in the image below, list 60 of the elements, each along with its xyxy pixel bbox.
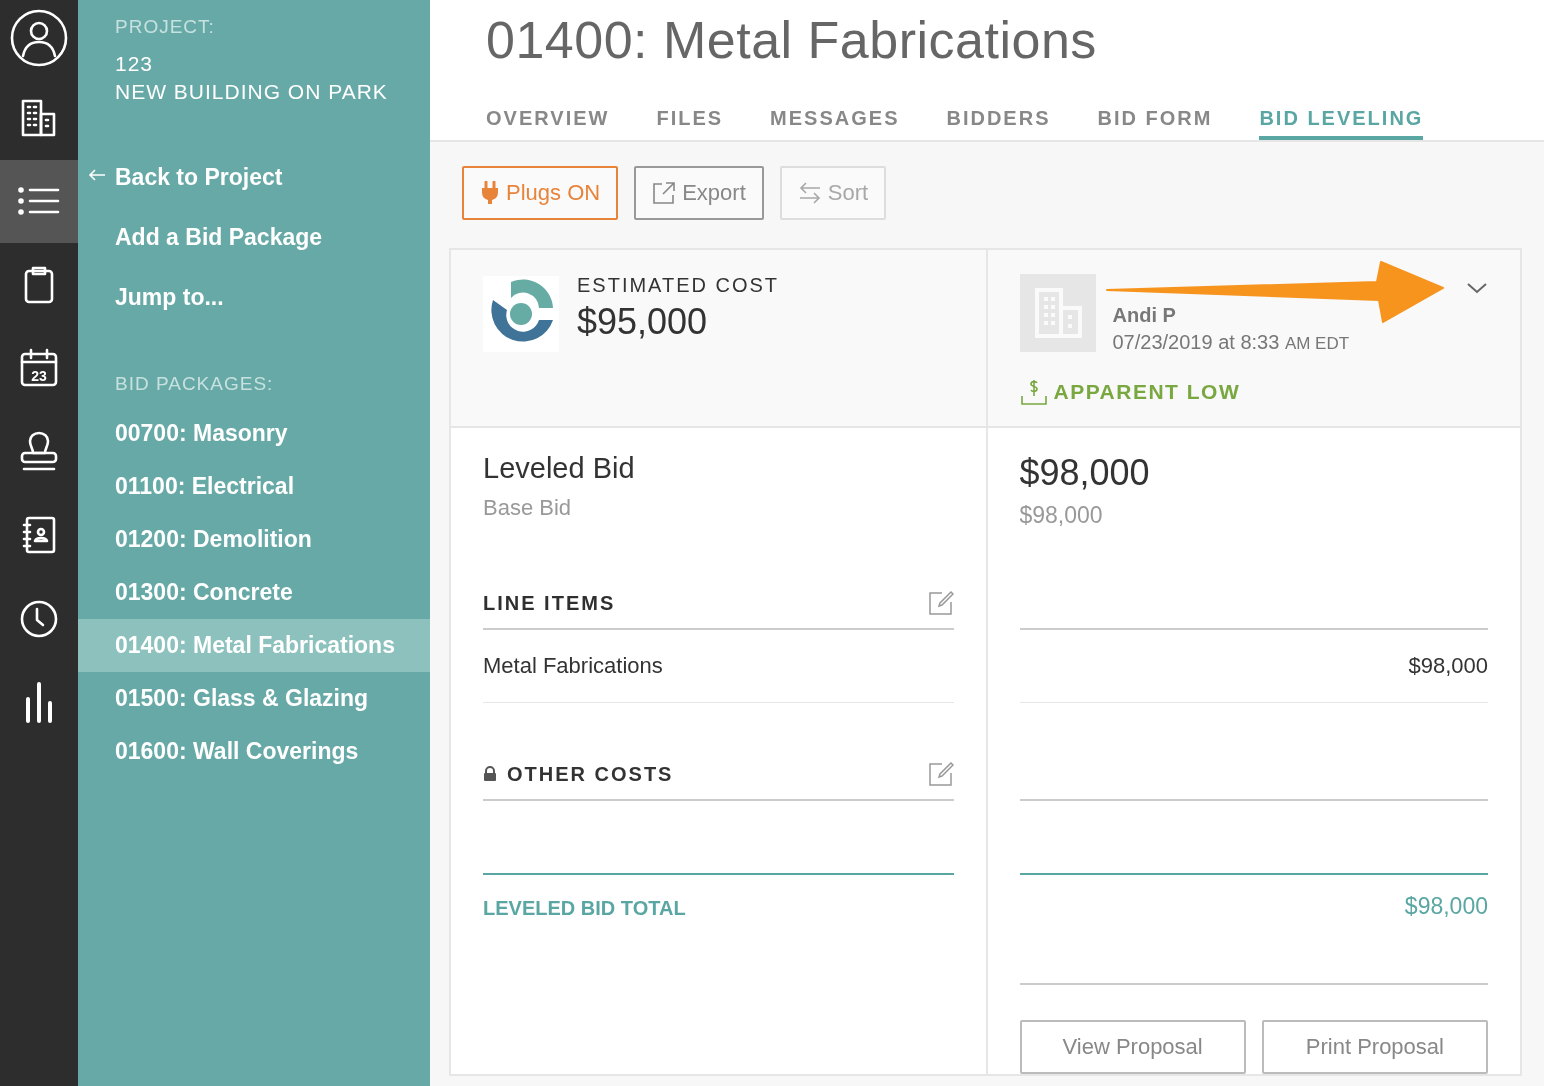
dollar-tray-icon [1019, 378, 1048, 406]
tab[interactable]: BIDDERS [946, 107, 1051, 140]
company-logo-icon [483, 276, 559, 352]
plugs-button[interactable]: Plugs ON [462, 166, 619, 220]
tab[interactable]: FILES [656, 107, 724, 140]
project-label: PROJECT: [114, 16, 215, 38]
estimated-cost: $95,000 [577, 301, 709, 343]
back-arrow-icon [88, 169, 106, 181]
bid-package-item[interactable]: 00700: Masonry [78, 407, 430, 460]
line-item-name: Metal Fabrications [483, 630, 954, 703]
bid-package-item[interactable]: 01300: Concrete [78, 566, 430, 619]
section-heading: OTHER COSTS [507, 762, 674, 786]
bid-package-item[interactable]: 01400: Metal Fabrications [78, 619, 430, 672]
chevron-down-icon[interactable] [1466, 282, 1488, 294]
export-icon [652, 181, 677, 205]
bar-chart-icon [24, 681, 54, 724]
base-bid-amount: $98,000 [1019, 502, 1104, 529]
sidebar-link[interactable]: Add a Bid Package [78, 224, 323, 251]
user-icon [10, 9, 68, 67]
section-heading: LINE ITEMS [483, 591, 616, 615]
project-name: NEW BUILDING ON PARK [114, 80, 388, 104]
tab[interactable]: BID LEVELING [1259, 107, 1424, 140]
edit-icon[interactable] [927, 590, 954, 616]
plug-icon [480, 181, 500, 205]
project-number: 123 [114, 52, 154, 76]
bid-package-item[interactable]: 01200: Demolition [78, 513, 430, 566]
sort-icon [797, 182, 822, 204]
total-amount: $98,000 [1019, 875, 1488, 985]
address-book-icon [21, 515, 57, 556]
nav-item[interactable]: 23 [0, 326, 78, 410]
page-title: 01400: Metal Fabrications [486, 10, 1097, 70]
bid-date: 07/23/2019 at 8:33 AM EDT [1112, 331, 1351, 354]
bid-package-item[interactable]: 01500: Glass & Glazing [78, 672, 430, 725]
bid-package-item[interactable]: 01100: Electrical [78, 460, 430, 513]
tab[interactable]: MESSAGES [770, 107, 900, 140]
proposal-button[interactable]: View Proposal [1019, 1020, 1246, 1074]
tab[interactable]: BID FORM [1097, 107, 1213, 140]
nav-item[interactable] [0, 159, 78, 243]
total-label: LEVELED BID TOTAL [483, 896, 687, 921]
clipboard-icon [23, 264, 55, 305]
apparent-low-label: APPARENT LOW [1053, 380, 1241, 404]
bid-package-item[interactable]: 01600: Wall Coverings [78, 725, 430, 778]
section-label: BID PACKAGES: [114, 373, 274, 395]
clock-icon [19, 598, 59, 639]
edit-icon[interactable] [927, 761, 954, 787]
estimate-label: ESTIMATED COST [577, 274, 780, 297]
line-item-amount: $98,000 [1019, 630, 1488, 703]
bid-amount: $98,000 [1019, 452, 1151, 494]
stamp-icon [19, 430, 59, 473]
tab[interactable]: OVERVIEW [486, 107, 610, 140]
export-button[interactable]: Export [634, 166, 764, 220]
bidder-contact: Andi P [1112, 304, 1177, 327]
sidebar-link[interactable]: Jump to... [78, 284, 224, 311]
proposal-button[interactable]: Print Proposal [1261, 1020, 1488, 1074]
list-icon [18, 186, 60, 217]
lock-icon [483, 766, 497, 782]
sidebar-link[interactable]: Back to Project [78, 164, 283, 191]
bid-type-label: Base Bid [483, 495, 573, 521]
leveled-bid-title: Leveled Bid [483, 452, 636, 485]
building-icon [20, 97, 58, 138]
